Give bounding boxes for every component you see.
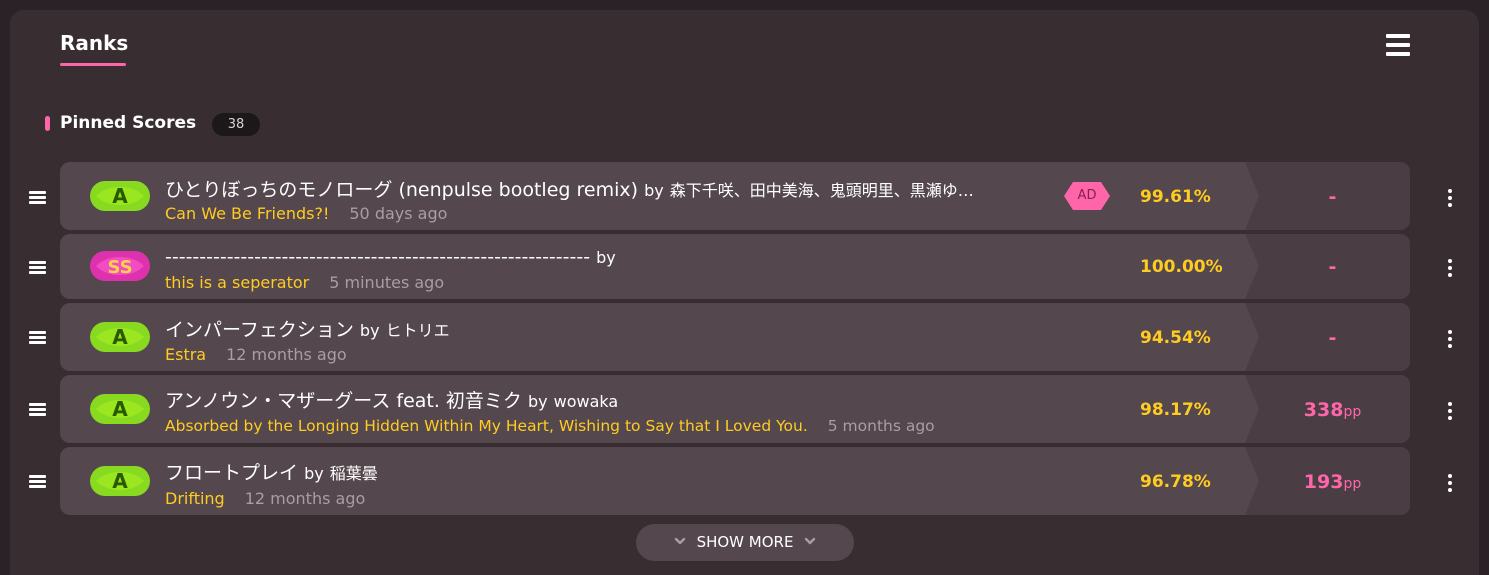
difficulty-name[interactable]: this is a seperator <box>165 273 309 292</box>
drag-handle-icon[interactable] <box>29 331 46 345</box>
accuracy: 96.78% <box>1140 472 1211 492</box>
svg-text:SS: SS <box>107 257 132 278</box>
difficulty-name[interactable]: Drifting <box>165 489 225 508</box>
section-marker <box>45 116 50 131</box>
drag-handle-icon[interactable] <box>29 191 46 205</box>
hamburger-menu-icon[interactable] <box>1386 34 1410 56</box>
grade-ss-icon: SS <box>90 251 150 281</box>
show-more-label: SHOW MORE <box>696 533 794 551</box>
beatmap-artist: wowaka <box>553 392 619 411</box>
accuracy: 100.00% <box>1140 257 1223 277</box>
beatmap-title: アンノウン・マザーグース feat. 初音ミク <box>165 390 522 412</box>
tab-active-indicator <box>60 63 126 66</box>
pp-value: 193pp <box>1303 471 1362 493</box>
difficulty-name[interactable]: Can We Be Friends?! <box>165 204 329 223</box>
mod-label: AD <box>1077 188 1097 203</box>
chevron-down-icon <box>674 537 685 545</box>
score-row[interactable]: A フロートプレイ by 稲葉曇 Drifting 12 months ago 9… <box>60 447 1410 515</box>
score-row[interactable]: A アンノウン・マザーグース feat. 初音ミク by wowaka Abso… <box>60 375 1410 443</box>
score-time: 12 months ago <box>244 489 366 508</box>
score-row[interactable]: A インパーフェクション by ヒトリエ Estra 12 months ago … <box>60 303 1410 371</box>
by-label: by <box>527 392 548 411</box>
pp-value: 338pp <box>1303 399 1362 421</box>
score-meta: Drifting 12 months ago <box>165 489 365 508</box>
more-options-icon[interactable] <box>1446 402 1454 420</box>
grade-a-icon: A <box>90 466 150 496</box>
score-row[interactable]: SS -------------------------------------… <box>60 234 1410 299</box>
more-options-icon[interactable] <box>1446 259 1454 277</box>
section-title: Pinned Scores <box>60 113 197 133</box>
svg-text:A: A <box>112 469 128 493</box>
beatmap-artist: 森下千咲、田中美海、鬼頭明里、黒瀬ゆ… <box>669 181 974 200</box>
beatmap-title-line[interactable]: フロートプレイ by 稲葉曇 <box>165 458 378 485</box>
grade-a-icon: A <box>90 394 150 424</box>
drag-handle-icon[interactable] <box>29 475 46 489</box>
beatmap-title-line[interactable]: アンノウン・マザーグース feat. 初音ミク by wowaka <box>165 386 618 413</box>
tab-ranks[interactable]: Ranks <box>60 31 128 55</box>
beatmap-title-line[interactable]: ----------------------------------------… <box>165 246 616 268</box>
pp-value: - <box>1328 256 1337 278</box>
chevron-down-icon <box>805 537 816 545</box>
score-time: 5 months ago <box>827 417 935 435</box>
beatmap-title: ----------------------------------------… <box>165 246 591 268</box>
pp-value: - <box>1328 327 1337 349</box>
difficulty-name[interactable]: Estra <box>165 345 206 364</box>
drag-handle-icon[interactable] <box>29 261 46 275</box>
svg-text:A: A <box>112 325 128 349</box>
by-label: by <box>596 248 616 267</box>
grade-a-icon: A <box>90 181 150 211</box>
score-meta: Absorbed by the Longing Hidden Within My… <box>165 417 935 435</box>
beatmap-title-line[interactable]: ひとりぼっちのモノローグ (nenpulse bootleg remix) by… <box>165 175 974 202</box>
score-meta: Can We Be Friends?! 50 days ago <box>165 204 447 223</box>
accuracy: 98.17% <box>1140 400 1211 420</box>
pp-value: - <box>1328 186 1337 208</box>
by-label: by <box>644 181 664 200</box>
grade-a-icon: A <box>90 322 150 352</box>
score-row[interactable]: A ひとりぼっちのモノローグ (nenpulse bootleg remix) … <box>60 162 1410 230</box>
by-label: by <box>304 464 324 483</box>
beatmap-title: ひとりぼっちのモノローグ (nenpulse bootleg remix) <box>165 179 639 201</box>
score-time: 12 months ago <box>226 345 347 364</box>
beatmap-artist: ヒトリエ <box>385 321 450 340</box>
by-label: by <box>359 321 380 340</box>
score-time: 5 minutes ago <box>329 273 445 292</box>
beatmap-artist: 稲葉曇 <box>329 464 378 483</box>
more-options-icon[interactable] <box>1446 330 1454 348</box>
difficulty-name[interactable]: Absorbed by the Longing Hidden Within My… <box>165 417 808 435</box>
score-time: 50 days ago <box>349 204 448 223</box>
count-badge: 38 <box>212 113 260 136</box>
score-meta: Estra 12 months ago <box>165 345 347 364</box>
more-options-icon[interactable] <box>1446 189 1454 207</box>
accuracy: 99.61% <box>1140 187 1211 207</box>
svg-text:A: A <box>112 184 128 208</box>
score-meta: this is a seperator 5 minutes ago <box>165 273 444 292</box>
drag-handle-icon[interactable] <box>29 403 46 417</box>
svg-text:A: A <box>112 397 128 421</box>
mod-ad-icon: AD <box>1063 180 1111 212</box>
beatmap-title-line[interactable]: インパーフェクション by ヒトリエ <box>165 315 450 342</box>
show-more-button[interactable]: SHOW MORE <box>636 524 854 561</box>
accuracy: 94.54% <box>1140 328 1211 348</box>
more-options-icon[interactable] <box>1446 474 1454 492</box>
beatmap-title: インパーフェクション <box>165 319 354 341</box>
beatmap-title: フロートプレイ <box>165 462 299 484</box>
